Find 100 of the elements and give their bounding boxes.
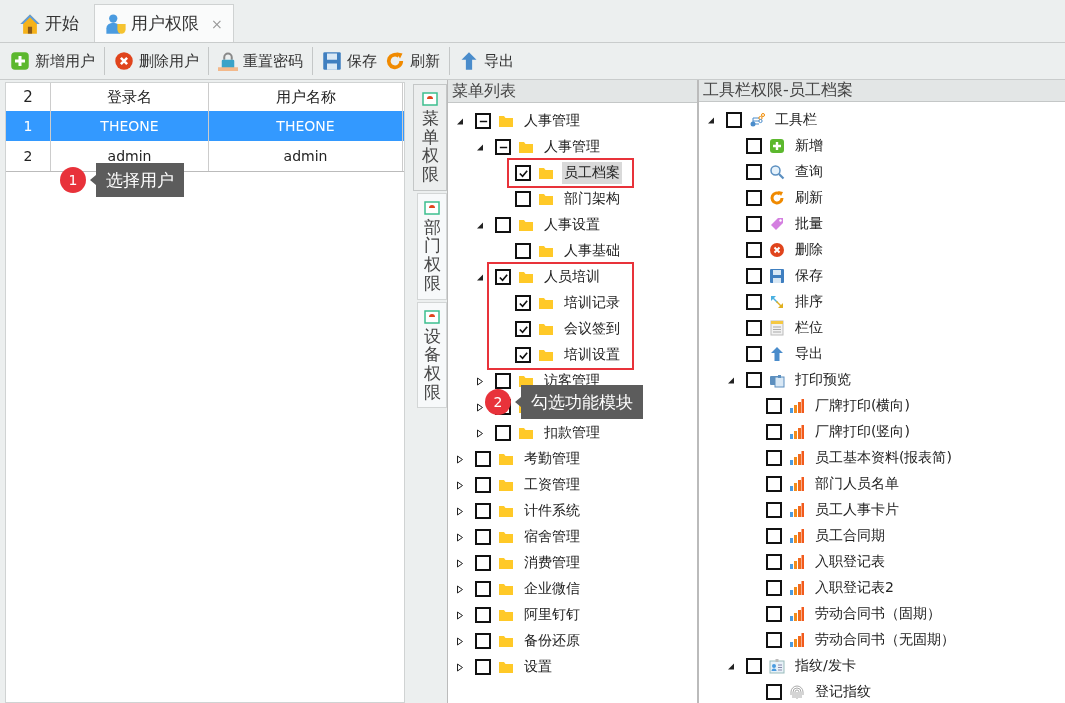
- tree-label[interactable]: 工具栏: [773, 109, 819, 131]
- checkbox[interactable]: [495, 373, 511, 389]
- checkbox[interactable]: [766, 502, 782, 518]
- expanded-arrow-icon[interactable]: [476, 272, 484, 282]
- checkbox[interactable]: [726, 112, 742, 128]
- tree-label[interactable]: 栏位: [793, 317, 825, 339]
- checkbox[interactable]: [475, 581, 491, 597]
- checkbox[interactable]: [746, 164, 762, 180]
- tree-label[interactable]: 删除: [793, 239, 825, 261]
- tree-label[interactable]: 打印预览: [793, 369, 853, 391]
- tree-label[interactable]: 人事管理: [522, 110, 582, 132]
- toolbar-button[interactable]: 导出: [455, 47, 518, 75]
- checkbox[interactable]: [746, 216, 762, 232]
- toolbar-button[interactable]: 重置密码: [214, 47, 313, 75]
- collapsed-arrow-icon[interactable]: [456, 558, 464, 568]
- tree-label[interactable]: 保存: [793, 265, 825, 287]
- checkbox[interactable]: [766, 580, 782, 596]
- checkbox[interactable]: [766, 476, 782, 492]
- checkbox[interactable]: [515, 347, 531, 363]
- expanded-arrow-icon[interactable]: [476, 142, 484, 152]
- collapsed-arrow-icon[interactable]: [456, 662, 464, 672]
- expanded-arrow-icon[interactable]: [456, 116, 464, 126]
- tab[interactable]: 开始: [8, 4, 90, 42]
- checkbox[interactable]: [746, 372, 762, 388]
- collapsed-arrow-icon[interactable]: [456, 610, 464, 620]
- tree-label[interactable]: 部门架构: [562, 188, 622, 210]
- collapsed-arrow-icon[interactable]: [456, 480, 464, 490]
- checkbox[interactable]: [475, 477, 491, 493]
- checkbox[interactable]: [475, 633, 491, 649]
- tree-label[interactable]: 人事管理: [542, 136, 602, 158]
- tree-label[interactable]: 排序: [793, 291, 825, 313]
- tab[interactable]: 用户权限 ×: [94, 4, 234, 42]
- expanded-arrow-icon[interactable]: [727, 375, 735, 385]
- tree-label[interactable]: 扣款管理: [542, 422, 602, 444]
- checkbox[interactable]: [746, 242, 762, 258]
- checkbox[interactable]: [746, 138, 762, 154]
- tree-label[interactable]: 宿舍管理: [522, 526, 582, 548]
- checkbox[interactable]: [475, 503, 491, 519]
- checkbox[interactable]: [746, 320, 762, 336]
- toolbar-button[interactable]: 刷新: [381, 47, 450, 75]
- toolbar-button[interactable]: 保存: [318, 47, 381, 75]
- checkbox[interactable]: [746, 346, 762, 362]
- tree-label[interactable]: 新增: [793, 135, 825, 157]
- tree-label[interactable]: 入职登记表: [813, 551, 887, 573]
- expanded-arrow-icon[interactable]: [476, 220, 484, 230]
- tree-label[interactable]: 劳动合同书（固期）: [813, 603, 943, 625]
- checkbox[interactable]: [766, 424, 782, 440]
- checkbox[interactable]: [515, 321, 531, 337]
- tree-label[interactable]: 备份还原: [522, 630, 582, 652]
- collapsed-arrow-icon[interactable]: [456, 506, 464, 516]
- checkbox[interactable]: [475, 451, 491, 467]
- tree-label[interactable]: 厂牌打印(横向): [813, 395, 912, 417]
- checkbox[interactable]: [746, 658, 762, 674]
- tree-label[interactable]: 培训设置: [562, 344, 622, 366]
- checkbox[interactable]: [495, 217, 511, 233]
- tree-label[interactable]: 工资管理: [522, 474, 582, 496]
- collapsed-arrow-icon[interactable]: [476, 428, 484, 438]
- tree-label[interactable]: 导出: [793, 343, 825, 365]
- collapsed-arrow-icon[interactable]: [476, 402, 484, 412]
- checkbox[interactable]: [766, 554, 782, 570]
- collapsed-arrow-icon[interactable]: [476, 376, 484, 386]
- side-tab[interactable]: 菜单权限: [413, 84, 447, 191]
- checkbox[interactable]: [515, 243, 531, 259]
- checkbox[interactable]: [766, 528, 782, 544]
- collapsed-arrow-icon[interactable]: [456, 636, 464, 646]
- tree-label[interactable]: 员工合同期: [813, 525, 887, 547]
- checkbox[interactable]: [475, 659, 491, 675]
- tree-label[interactable]: 人员培训: [542, 266, 602, 288]
- tree-label[interactable]: 阿里钉钉: [522, 604, 582, 626]
- tree-label[interactable]: 人事设置: [542, 214, 602, 236]
- checkbox[interactable]: [495, 425, 511, 441]
- tree-label[interactable]: 厂牌打印(竖向): [813, 421, 912, 443]
- tree-label[interactable]: 企业微信: [522, 578, 582, 600]
- tree-label[interactable]: 会议签到: [562, 318, 622, 340]
- toolbar-button[interactable]: 新增用户: [6, 47, 105, 75]
- tree-label[interactable]: 批量: [793, 213, 825, 235]
- toolbar-button[interactable]: 删除用户: [110, 47, 209, 75]
- collapsed-arrow-icon[interactable]: [456, 454, 464, 464]
- checkbox[interactable]: [766, 398, 782, 414]
- checkbox[interactable]: [475, 113, 491, 129]
- collapsed-arrow-icon[interactable]: [456, 584, 464, 594]
- tree-label[interactable]: 设置: [522, 656, 554, 678]
- expanded-arrow-icon[interactable]: [727, 661, 735, 671]
- tree-label[interactable]: 员工档案: [562, 162, 622, 184]
- side-tab[interactable]: 设备权限: [417, 301, 447, 409]
- checkbox[interactable]: [515, 191, 531, 207]
- tree-label[interactable]: 入职登记表2: [813, 577, 896, 599]
- checkbox[interactable]: [766, 684, 782, 700]
- tree-label[interactable]: 计件系统: [522, 500, 582, 522]
- checkbox[interactable]: [766, 632, 782, 648]
- checkbox[interactable]: [515, 165, 531, 181]
- collapsed-arrow-icon[interactable]: [456, 532, 464, 542]
- checkbox[interactable]: [475, 607, 491, 623]
- checkbox[interactable]: [766, 450, 782, 466]
- checkbox[interactable]: [515, 295, 531, 311]
- checkbox[interactable]: [766, 606, 782, 622]
- tree-label[interactable]: 培训记录: [562, 292, 622, 314]
- checkbox[interactable]: [495, 139, 511, 155]
- checkbox[interactable]: [746, 190, 762, 206]
- tree-label[interactable]: 登记指纹: [813, 681, 873, 703]
